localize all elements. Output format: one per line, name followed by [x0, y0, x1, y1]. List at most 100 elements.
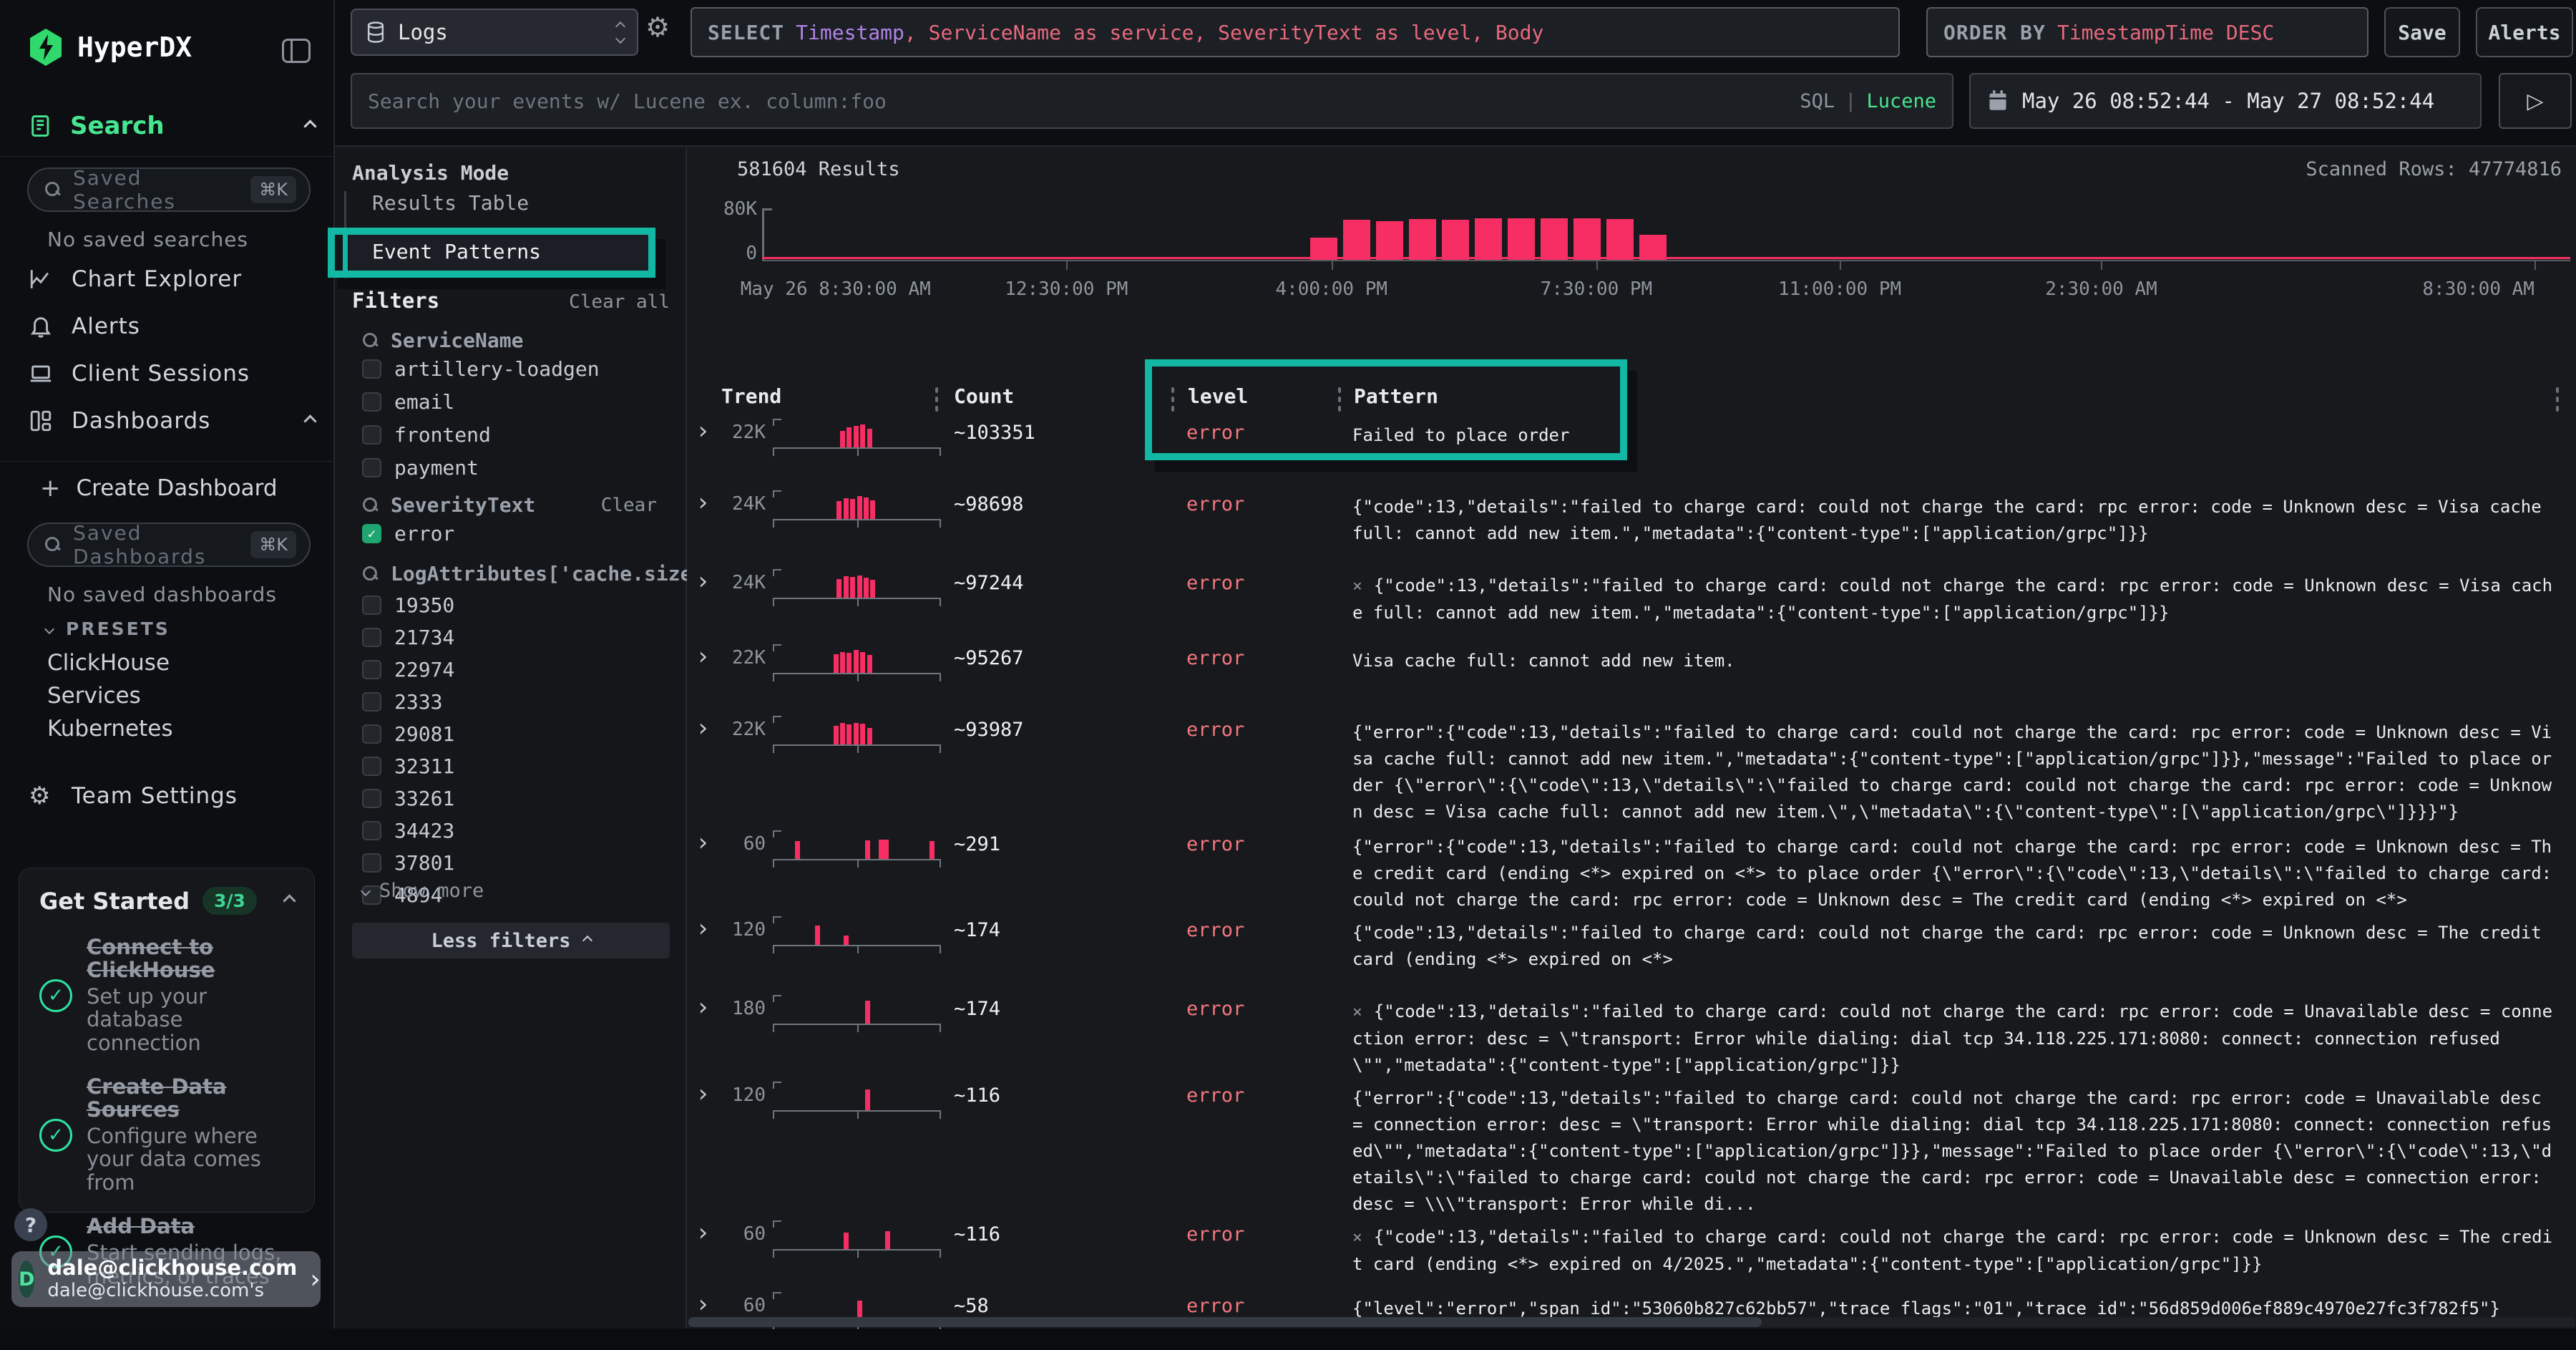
chevron-up-icon[interactable]	[283, 894, 296, 907]
row-expander-icon[interactable]: ›	[687, 713, 723, 740]
get-started-item[interactable]: ✓ Connect to ClickHouse Set up your data…	[39, 936, 294, 1054]
chevron-up-icon[interactable]	[303, 414, 316, 427]
sidebar-item-team-settings[interactable]: ⚙ Team Settings	[29, 783, 315, 809]
sidebar-collapse-icon[interactable]	[282, 39, 311, 63]
checkbox[interactable]: ✓	[362, 724, 381, 744]
source-select[interactable]: Logs	[351, 9, 638, 56]
date-range-picker[interactable]: May 26 08:52:44 - May 27 08:52:44	[1969, 73, 2482, 129]
create-dashboard-button[interactable]: + Create Dashboard	[40, 474, 278, 502]
pattern-text[interactable]: {"error":{"code":13,"details":"failed to…	[1352, 827, 2559, 913]
mode-event-patterns[interactable]: Event Patterns	[372, 240, 541, 263]
show-more-button[interactable]: Show more	[362, 880, 484, 902]
search-input[interactable]: Search your events w/ Lucene ex. column:…	[351, 73, 1953, 129]
checkbox[interactable]: ✓	[362, 458, 381, 477]
pattern-text[interactable]: ×{"code":13,"details":"failed to charge …	[1352, 1218, 2559, 1278]
filter-option[interactable]: ✓ email	[362, 390, 600, 414]
mode-results-table[interactable]: Results Table	[372, 191, 529, 215]
pattern-row[interactable]: › 24K ~97244 error ×{"code":13,"details"…	[687, 566, 2576, 641]
sidebar-item-alerts[interactable]: Alerts	[29, 314, 315, 339]
saved-dashboards-input[interactable]: Saved Dashboards ⌘K	[27, 523, 311, 567]
filter-option[interactable]: ✓ 19350	[362, 593, 454, 617]
filter-option[interactable]: ✓ 34423	[362, 819, 454, 842]
column-header-level[interactable]: level	[1188, 384, 1248, 408]
sql-toggle[interactable]: SQL	[1800, 90, 1835, 112]
row-expander-icon[interactable]: ›	[687, 487, 723, 515]
filter-option[interactable]: ✓ error	[362, 522, 454, 545]
filter-option[interactable]: ✓ 37801	[362, 851, 454, 875]
user-chip[interactable]: D dale@clickhouse.com dale@clickhouse.co…	[11, 1251, 321, 1307]
checkbox[interactable]: ✓	[362, 821, 381, 840]
help-button[interactable]: ?	[14, 1208, 47, 1241]
checkbox[interactable]: ✓	[362, 692, 381, 712]
checkbox[interactable]: ✓	[362, 789, 381, 808]
filter-option[interactable]: ✓ 22974	[362, 658, 454, 681]
column-header-trend[interactable]: Trend	[721, 384, 781, 408]
pattern-text[interactable]: ×{"code":13,"details":"failed to charge …	[1352, 566, 2559, 626]
checkbox[interactable]: ✓	[362, 524, 381, 543]
row-expander-icon[interactable]: ›	[687, 827, 723, 855]
checkbox[interactable]: ✓	[362, 660, 381, 679]
pattern-row[interactable]: › 60 ~116 error ×{"code":13,"details":"f…	[687, 1218, 2576, 1289]
presets-toggle[interactable]: PRESETS	[46, 618, 170, 639]
row-expander-icon[interactable]: ›	[687, 641, 723, 669]
pattern-row[interactable]: › 120 ~174 error {"code":13,"details":"f…	[687, 913, 2576, 992]
sidebar-item-services[interactable]: Services	[47, 683, 141, 709]
sidebar-item-kubernetes[interactable]: Kubernetes	[47, 716, 172, 742]
row-expander-icon[interactable]: ›	[687, 1218, 723, 1245]
horizontal-scrollbar[interactable]	[688, 1317, 2575, 1327]
pattern-text[interactable]: Visa cache full: cannot add new item.	[1352, 641, 2559, 674]
order-by-input[interactable]: ORDER BY TimestampTime DESC	[1926, 7, 2368, 57]
pattern-text[interactable]: Failed to place order	[1352, 416, 2559, 449]
checkbox[interactable]: ✓	[362, 757, 381, 776]
clear-all-button[interactable]: Clear all	[569, 291, 670, 313]
filter-option[interactable]: ✓ 33261	[362, 787, 454, 810]
select-query-input[interactable]: SELECT Timestamp, ServiceName as service…	[691, 7, 1900, 57]
pattern-row[interactable]: › 60 ~291 error {"error":{"code":13,"det…	[687, 827, 2576, 913]
get-started-item[interactable]: ✓ Create Data Sources Configure where yo…	[39, 1076, 294, 1194]
pattern-row[interactable]: › 180 ~174 error ×{"code":13,"details":"…	[687, 992, 2576, 1079]
row-expander-icon[interactable]: ›	[687, 913, 723, 941]
saved-searches-input[interactable]: Saved Searches ⌘K	[27, 167, 311, 212]
live-tail-button[interactable]: ▷	[2499, 73, 2572, 129]
scrollbar-thumb[interactable]	[688, 1317, 1762, 1327]
query-language-toggle[interactable]: SQL | Lucene	[1800, 90, 1936, 112]
checkbox[interactable]: ✓	[362, 425, 381, 445]
column-drag-handle[interactable]	[935, 387, 938, 412]
less-filters-button[interactable]: Less filters	[352, 923, 670, 958]
clear-button[interactable]: Clear	[601, 495, 657, 516]
row-expander-icon[interactable]: ›	[687, 566, 723, 593]
row-expander-icon[interactable]: ›	[687, 1079, 723, 1106]
column-header-count[interactable]: Count	[954, 384, 1014, 408]
pattern-text[interactable]: {"code":13,"details":"failed to charge c…	[1352, 913, 2559, 973]
filter-option[interactable]: ✓ 21734	[362, 626, 454, 649]
pattern-text[interactable]: {"error":{"code":13,"details":"failed to…	[1352, 713, 2559, 825]
filter-option[interactable]: ✓ 2333	[362, 690, 454, 714]
pattern-row[interactable]: › 22K ~103351 error Failed to place orde…	[687, 416, 2576, 487]
pattern-row[interactable]: › 22K ~95267 error Visa cache full: cann…	[687, 641, 2576, 713]
pattern-text[interactable]: {"code":13,"details":"failed to charge c…	[1352, 487, 2559, 547]
filter-option[interactable]: ✓ frontend	[362, 423, 600, 447]
checkbox[interactable]: ✓	[362, 359, 381, 379]
filter-option[interactable]: ✓ 32311	[362, 754, 454, 778]
filter-option[interactable]: ✓ payment	[362, 456, 600, 480]
column-drag-handle[interactable]	[1338, 387, 1341, 412]
checkbox[interactable]: ✓	[362, 853, 381, 873]
checkbox[interactable]: ✓	[362, 392, 381, 412]
column-drag-handle[interactable]	[1171, 387, 1174, 412]
sidebar-item-clickhouse[interactable]: ClickHouse	[47, 650, 170, 676]
column-header-pattern[interactable]: Pattern	[1354, 384, 1438, 408]
checkbox[interactable]: ✓	[362, 596, 381, 615]
row-expander-icon[interactable]: ›	[687, 1289, 723, 1316]
pattern-text[interactable]: ×{"code":13,"details":"failed to charge …	[1352, 992, 2559, 1079]
filter-option[interactable]: ✓ artillery-loadgen	[362, 357, 600, 381]
sidebar-item-chart-explorer[interactable]: Chart Explorer	[29, 266, 315, 292]
results-histogram[interactable]	[762, 208, 2570, 260]
row-expander-icon[interactable]: ›	[687, 992, 723, 1019]
checkbox[interactable]: ✓	[362, 628, 381, 647]
filter-option[interactable]: ✓ 29081	[362, 722, 454, 746]
pattern-text[interactable]: {"error":{"code":13,"details":"failed to…	[1352, 1079, 2559, 1218]
lucene-toggle[interactable]: Lucene	[1866, 90, 1936, 112]
pattern-row[interactable]: › 120 ~116 error {"error":{"code":13,"de…	[687, 1079, 2576, 1218]
alerts-button[interactable]: Alerts	[2476, 7, 2573, 57]
get-started-header[interactable]: Get Started 3/3	[39, 887, 294, 915]
